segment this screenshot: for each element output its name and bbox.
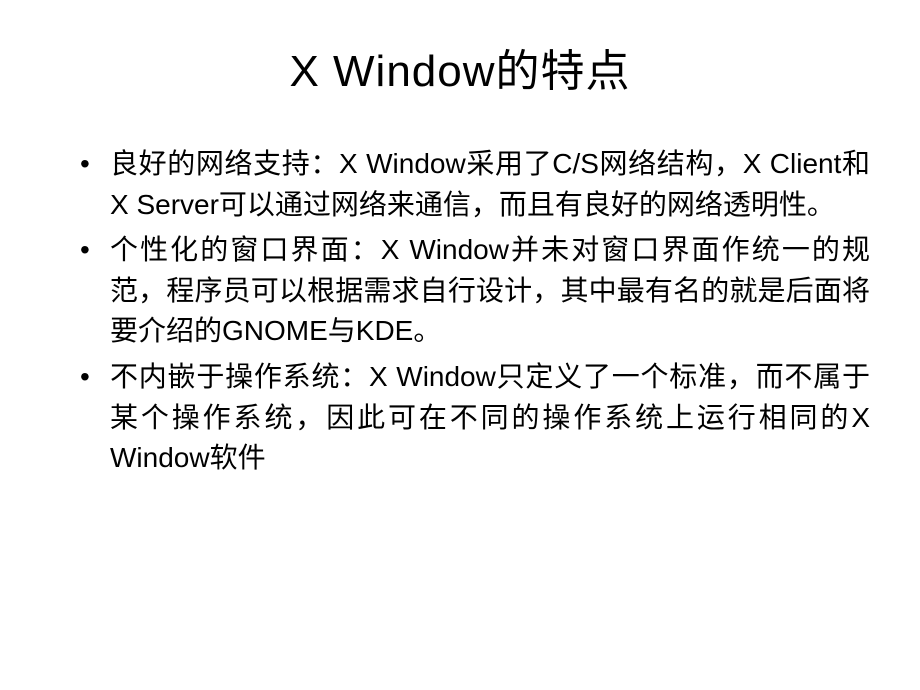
list-item: 良好的网络支持：X Window采用了C/S网络结构，X Client和X Se…	[80, 144, 870, 225]
list-item: 不内嵌于操作系统：X Window只定义了一个标准，而不属于某个操作系统，因此可…	[80, 357, 870, 479]
bullet-list: 良好的网络支持：X Window采用了C/S网络结构，X Client和X Se…	[80, 144, 870, 479]
slide-title: X Window的特点	[50, 35, 870, 99]
slide-content: 良好的网络支持：X Window采用了C/S网络结构，X Client和X Se…	[50, 144, 870, 479]
list-item: 个性化的窗口界面：X Window并未对窗口界面作统一的规范，程序员可以根据需求…	[80, 230, 870, 352]
